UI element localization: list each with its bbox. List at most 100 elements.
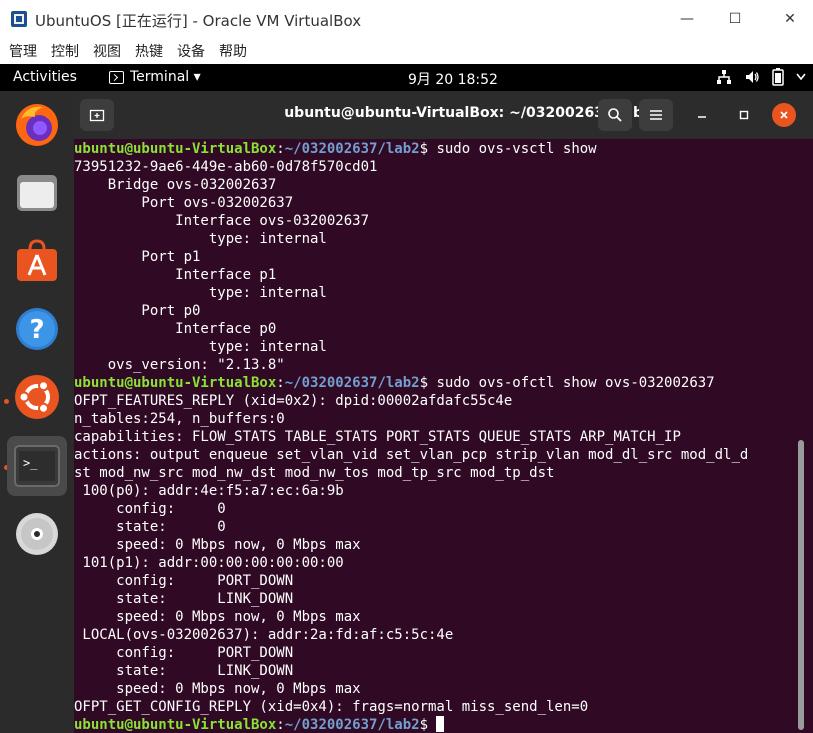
dock-files[interactable] <box>7 163 67 223</box>
output-line: 73951232-9ae6-449e-ab60-0d78f570cd01 <box>74 159 378 175</box>
prompt-dollar: $ <box>419 717 437 733</box>
ubuntu-icon <box>15 375 59 419</box>
output-line: speed: 0 Mbps now, 0 Mbps max <box>74 537 361 553</box>
output-line: speed: 0 Mbps now, 0 Mbps max <box>74 609 361 625</box>
output-line: state: LINK_DOWN <box>74 663 294 679</box>
maximize-icon: ☐ <box>728 11 742 27</box>
battery-icon <box>772 68 784 86</box>
prompt-separator: : <box>276 141 285 157</box>
vbox-menubar: 管理 控制 视图 热键 设备 帮助 <box>0 38 813 64</box>
help-icon: ? <box>16 308 58 350</box>
menu-devices[interactable]: 设备 <box>177 41 205 61</box>
software-icon <box>17 239 57 281</box>
terminal-close-button[interactable] <box>772 103 796 127</box>
dock-ubuntu[interactable] <box>7 367 67 427</box>
dock-terminal[interactable]: >_ <box>7 436 67 496</box>
maximize-button[interactable]: ☐ <box>712 0 758 38</box>
prompt-user: ubuntu@ubuntu-VirtualBox <box>74 717 277 733</box>
power-menu-icon <box>796 73 806 81</box>
hamburger-menu-button[interactable] <box>639 99 673 131</box>
maximize-icon <box>739 110 749 120</box>
output-line: config: PORT_DOWN <box>74 573 294 589</box>
terminal-icon: >_ <box>14 445 60 487</box>
output-line: OFPT_GET_CONFIG_REPLY (xid=0x4): frags=n… <box>74 699 589 715</box>
prompt-dollar: $ <box>419 375 437 391</box>
output-line: Interface ovs-032002637 <box>74 213 370 229</box>
dock-software[interactable] <box>7 231 67 291</box>
clock[interactable]: 9月 20 18:52 <box>408 69 498 89</box>
output-line: state: 0 <box>74 519 226 535</box>
network-icon <box>717 70 731 84</box>
prompt-separator: : <box>276 375 285 391</box>
terminal-maximize-button[interactable] <box>732 103 756 127</box>
minimize-button[interactable]: — <box>664 0 710 38</box>
prompt-separator: : <box>276 717 285 733</box>
output-line: actions: output enqueue set_vlan_vid set… <box>74 447 749 463</box>
output-line: type: internal <box>74 339 327 355</box>
activities-button[interactable]: Activities <box>13 69 77 85</box>
system-tray[interactable] <box>716 68 806 86</box>
terminal-minimize-button[interactable] <box>690 103 714 127</box>
minimize-icon: — <box>680 11 694 27</box>
output-line: Port ovs-032002637 <box>74 195 294 211</box>
menu-view[interactable]: 视图 <box>93 41 121 61</box>
output-line: LOCAL(ovs-032002637): addr:2a:fd:af:c5:5… <box>74 627 454 643</box>
output-line: 101(p1): addr:00:00:00:00:00:00 <box>74 555 344 571</box>
menu-control[interactable]: 控制 <box>51 41 79 61</box>
output-line: n_tables:254, n_buffers:0 <box>74 411 285 427</box>
output-line: st mod_nw_src mod_nw_dst mod_nw_tos mod_… <box>74 465 555 481</box>
output-line: 100(p0): addr:4e:f5:a7:ec:6a:9b <box>74 483 344 499</box>
dock-firefox[interactable] <box>7 95 67 155</box>
output-line: type: internal <box>74 231 327 247</box>
dock-disc[interactable] <box>7 504 67 564</box>
output-line: Port p1 <box>74 249 201 265</box>
gnome-top-bar: Activities Terminal ▾ 9月 20 18:52 <box>0 64 813 91</box>
ubuntu-dock: ? >_ <box>0 91 74 733</box>
vbox-title-bar: UbuntuOS [正在运行] - Oracle VM VirtualBox —… <box>0 0 813 38</box>
virtualbox-icon <box>11 11 27 27</box>
output-line: Interface p1 <box>74 267 277 283</box>
terminal-headerbar: ubuntu@ubuntu-VirtualBox: ~/032002637/la… <box>74 91 813 139</box>
terminal-lines: ubuntu@ubuntu-VirtualBox:~/032002637/lab… <box>74 140 748 733</box>
output-line: capabilities: FLOW_STATS TABLE_STATS POR… <box>74 429 681 445</box>
app-menu-label: Terminal ▾ <box>130 69 201 85</box>
search-button[interactable] <box>598 99 632 131</box>
output-line: config: PORT_DOWN <box>74 645 294 661</box>
files-icon <box>17 175 57 211</box>
command-text: sudo ovs-ofctl show ovs-032002637 <box>436 375 715 391</box>
close-button[interactable]: ✕ <box>767 0 813 38</box>
menu-help[interactable]: 帮助 <box>219 41 247 61</box>
output-line: speed: 0 Mbps now, 0 Mbps max <box>74 681 361 697</box>
terminal-output[interactable]: ubuntu@ubuntu-VirtualBox:~/032002637/lab… <box>74 139 813 733</box>
dock-help[interactable]: ? <box>7 299 67 359</box>
output-line: config: 0 <box>74 501 226 517</box>
menu-hotkeys[interactable]: 热键 <box>135 41 163 61</box>
output-line: state: LINK_DOWN <box>74 591 294 607</box>
firefox-icon <box>16 104 58 146</box>
svg-text:?: ? <box>29 315 44 345</box>
output-line: Bridge ovs-032002637 <box>74 177 277 193</box>
terminal-small-icon <box>109 70 124 84</box>
menu-manage[interactable]: 管理 <box>9 41 37 61</box>
close-icon: ✕ <box>784 11 796 27</box>
hamburger-icon <box>650 110 662 120</box>
output-line: OFPT_FEATURES_REPLY (xid=0x2): dpid:0000… <box>74 393 513 409</box>
volume-icon <box>746 71 759 83</box>
prompt-path: ~/032002637/lab2 <box>284 141 420 157</box>
command-line: ubuntu@ubuntu-VirtualBox:~/032002637/lab… <box>74 374 748 392</box>
output-line: Interface p0 <box>74 321 277 337</box>
output-line: type: internal <box>74 285 327 301</box>
prompt-user: ubuntu@ubuntu-VirtualBox <box>74 141 277 157</box>
active-prompt-line: ubuntu@ubuntu-VirtualBox:~/032002637/lab… <box>74 716 748 733</box>
minimize-icon <box>698 116 706 118</box>
disc-icon <box>16 513 58 555</box>
command-text: sudo ovs-vsctl show <box>436 141 597 157</box>
app-menu[interactable]: Terminal ▾ <box>109 69 201 85</box>
terminal-scrollbar[interactable] <box>798 440 804 730</box>
command-line: ubuntu@ubuntu-VirtualBox:~/032002637/lab… <box>74 140 748 158</box>
output-line: ovs_version: "2.13.8" <box>74 357 285 373</box>
prompt-dollar: $ <box>419 141 437 157</box>
search-icon <box>608 108 622 122</box>
window-title: UbuntuOS [正在运行] - Oracle VM VirtualBox <box>35 12 362 30</box>
output-line: Port p0 <box>74 303 201 319</box>
